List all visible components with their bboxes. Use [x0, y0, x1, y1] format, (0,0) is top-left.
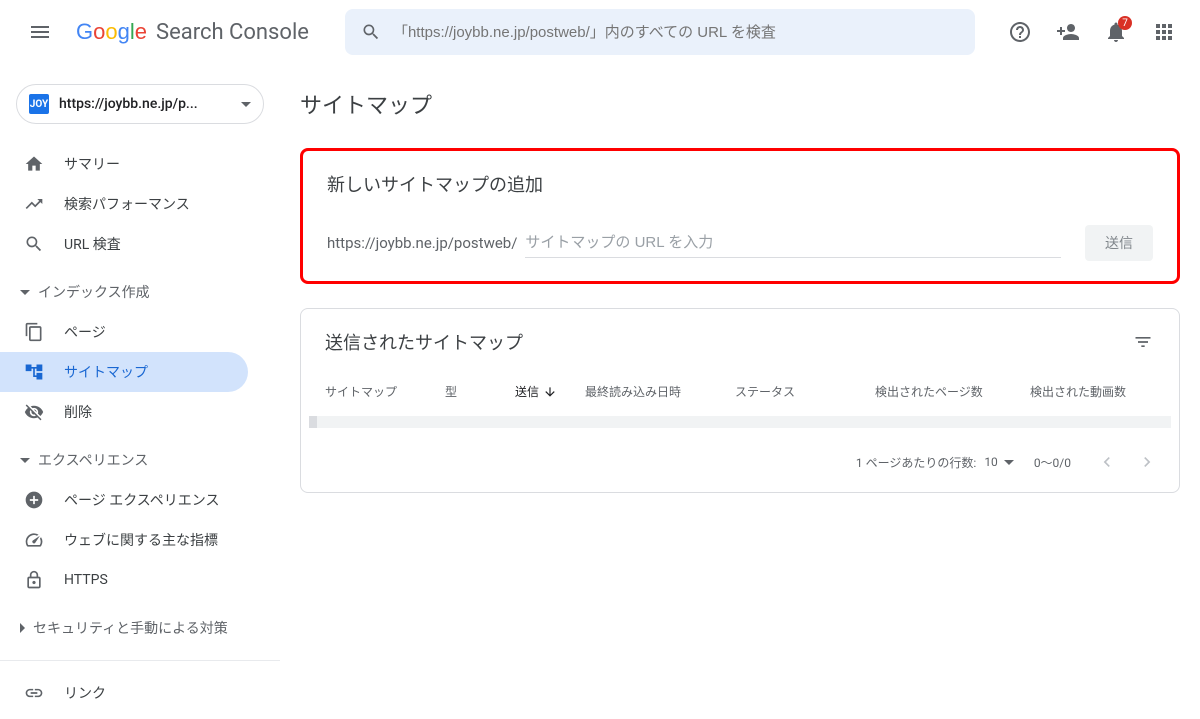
chevron-right-icon [1137, 452, 1157, 472]
col-last-read[interactable]: 最終読み込み日時 [585, 383, 735, 400]
svg-text:Google: Google [76, 20, 147, 44]
circle-plus-icon [24, 490, 44, 510]
nav-label: 検索パフォーマンス [64, 194, 190, 214]
nav-label: ページ エクスペリエンス [64, 490, 220, 510]
nav-label: URL 検査 [64, 234, 121, 254]
apps-button[interactable] [1144, 12, 1184, 52]
speed-icon [24, 530, 44, 550]
next-page-button[interactable] [1131, 446, 1163, 478]
section-label: インデックス作成 [38, 282, 150, 302]
property-favicon: JOY [29, 94, 49, 114]
col-pages[interactable]: 検出されたページ数 [875, 383, 1030, 400]
nav-section-security[interactable]: セキュリティと手動による対策 [0, 608, 280, 648]
table-header-row: サイトマップ 型 送信 最終読み込み日時 ステータス 検出されたページ数 検出さ… [301, 371, 1179, 412]
page-icon [24, 322, 44, 342]
sitemap-icon [24, 362, 44, 382]
col-status[interactable]: ステータス [735, 383, 875, 400]
link-icon [24, 683, 44, 703]
nav-label: HTTPS [64, 572, 108, 588]
nav-label: サイトマップ [64, 362, 148, 382]
filter-button[interactable] [1131, 330, 1155, 354]
nav-core-vitals[interactable]: ウェブに関する主な指標 [0, 520, 248, 560]
nav-settings[interactable]: 設定 [0, 713, 248, 719]
nav-section-experience[interactable]: エクスペリエンス [0, 440, 280, 480]
submit-button[interactable]: 送信 [1085, 225, 1153, 261]
arrow-down-icon [543, 385, 557, 399]
search-icon [24, 234, 44, 254]
nav-summary[interactable]: サマリー [0, 144, 248, 184]
horizontal-scrollbar[interactable] [309, 416, 1171, 428]
product-name: Search Console [156, 20, 309, 45]
home-icon [24, 154, 44, 174]
nav-url-inspect[interactable]: URL 検査 [0, 224, 248, 264]
trending-icon [24, 194, 44, 214]
nav-removals[interactable]: 削除 [0, 392, 248, 432]
col-type[interactable]: 型 [445, 383, 515, 400]
section-label: セキュリティと手動による対策 [33, 618, 228, 638]
url-search-input[interactable] [393, 24, 959, 41]
scrollbar-thumb[interactable] [309, 416, 317, 428]
nav-label: ページ [64, 322, 106, 342]
nav-performance[interactable]: 検索パフォーマンス [0, 184, 248, 224]
filter-icon [1133, 332, 1153, 352]
caret-right-icon [20, 623, 25, 633]
add-sitemap-title: 新しいサイトマップの追加 [327, 171, 1153, 197]
col-sitemap[interactable]: サイトマップ [325, 383, 445, 400]
help-button[interactable] [1000, 12, 1040, 52]
sidebar: JOY https://joybb.ne.jp/p... サマリー 検索パフォー… [0, 64, 280, 719]
col-videos[interactable]: 検出された動画数 [1030, 383, 1155, 400]
notifications-button[interactable]: 7 [1096, 12, 1136, 52]
col-sent[interactable]: 送信 [515, 383, 585, 400]
visibility-off-icon [24, 402, 44, 422]
url-prefix: https://joybb.ne.jp/postweb/ [327, 234, 517, 252]
table-title: 送信されたサイトマップ [325, 329, 523, 355]
divider [0, 660, 280, 661]
person-add-icon [1056, 20, 1080, 44]
nav-links[interactable]: リンク [0, 673, 248, 713]
menu-button[interactable] [16, 8, 64, 56]
logo[interactable]: Google Search Console [76, 20, 309, 45]
pagination: 1 ページあたりの行数: 10 0～0/0 [301, 432, 1179, 492]
rows-per-page-select[interactable]: 10 [984, 455, 1014, 469]
apps-grid-icon [1152, 20, 1176, 44]
prev-page-button[interactable] [1091, 446, 1123, 478]
page-title: サイトマップ [300, 88, 1180, 120]
property-label: https://joybb.ne.jp/p... [59, 96, 231, 112]
nav-pages[interactable]: ページ [0, 312, 248, 352]
add-sitemap-card: 新しいサイトマップの追加 https://joybb.ne.jp/postweb… [300, 148, 1180, 284]
users-button[interactable] [1048, 12, 1088, 52]
nav-label: リンク [64, 683, 106, 703]
search-bar[interactable] [345, 9, 975, 55]
rows-per-page-label: 1 ページあたりの行数: [856, 454, 976, 471]
google-logo-icon: Google [76, 20, 150, 44]
caret-down-icon [20, 290, 30, 295]
pagination-range: 0～0/0 [1034, 454, 1071, 471]
lock-icon [24, 570, 44, 590]
property-selector[interactable]: JOY https://joybb.ne.jp/p... [16, 84, 264, 124]
section-label: エクスペリエンス [38, 450, 148, 470]
caret-down-icon [1004, 460, 1014, 465]
nav-label: サマリー [64, 154, 120, 174]
nav-section-index[interactable]: インデックス作成 [0, 272, 280, 312]
notification-badge: 7 [1118, 16, 1132, 30]
nav-label: 削除 [64, 402, 92, 422]
search-icon [361, 22, 381, 42]
help-icon [1008, 20, 1032, 44]
nav-label: ウェブに関する主な指標 [64, 530, 218, 550]
nav-https[interactable]: HTTPS [0, 560, 248, 600]
sitemap-url-input[interactable] [525, 228, 1061, 258]
nav-sitemaps[interactable]: サイトマップ [0, 352, 248, 392]
submitted-sitemaps-card: 送信されたサイトマップ サイトマップ 型 送信 最終読み込み日時 ステータス 検… [300, 308, 1180, 493]
caret-down-icon [241, 102, 251, 107]
main-content: サイトマップ 新しいサイトマップの追加 https://joybb.ne.jp/… [280, 64, 1200, 719]
chevron-left-icon [1097, 452, 1117, 472]
nav-page-experience[interactable]: ページ エクスペリエンス [0, 480, 248, 520]
caret-down-icon [20, 458, 30, 463]
hamburger-icon [28, 20, 52, 44]
